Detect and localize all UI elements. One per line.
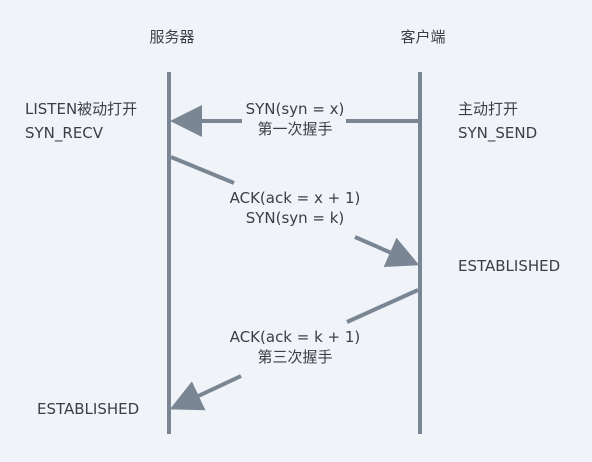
- handshake-diagram: [167, 72, 422, 434]
- server-state-listen: LISTEN被动打开: [25, 100, 138, 118]
- client-state-established: ESTABLISHED: [458, 257, 561, 275]
- synack-arrow-client-segment: [354, 235, 420, 268]
- second-handshake-label: ACK(ack = x + 1) SYN(syn = k): [230, 188, 361, 228]
- ack-arrow-server-segment: [169, 374, 242, 411]
- first-handshake-label: SYN(syn = x) 第一次握手: [246, 99, 345, 139]
- server-state-established: ESTABLISHED: [37, 400, 140, 418]
- third-handshake-label: ACK(ack = k + 1) 第三次握手: [230, 327, 361, 367]
- second-handshake-ack: ACK(ack = x + 1): [229, 189, 361, 207]
- server-participant-label: 服务器: [149, 28, 195, 46]
- client-state-active-open: 主动打开: [458, 100, 519, 118]
- client-participant-label: 客户端: [400, 28, 446, 46]
- ack-arrow-client-segment: [346, 288, 419, 324]
- synack-arrow-server-segment: [170, 155, 235, 185]
- server-state-syn-recv: SYN_RECV: [25, 124, 104, 142]
- third-handshake-message: ACK(ack = k + 1): [229, 328, 361, 346]
- third-handshake-caption: 第三次握手: [257, 348, 333, 366]
- first-handshake-message: SYN(syn = x): [245, 100, 345, 118]
- first-handshake-caption: 第一次握手: [257, 120, 333, 138]
- second-handshake-syn: SYN(syn = k): [245, 209, 345, 227]
- client-state-syn-send: SYN_SEND: [458, 124, 538, 142]
